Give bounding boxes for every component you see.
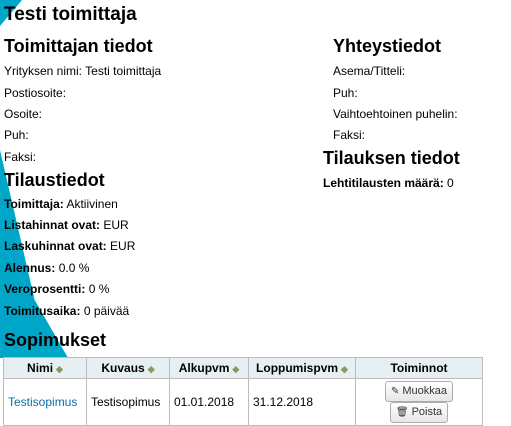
order-info-heading: Tilaustiedot: [4, 170, 105, 190]
sort-icon: ◆: [56, 364, 63, 374]
contact-info-heading: Yhteystiedot: [333, 36, 442, 56]
delivery-time-value: 0 päivää: [83, 304, 130, 318]
vendor-status-value: Aktiivinen: [66, 197, 118, 211]
sort-icon: ◆: [147, 364, 155, 374]
subscription-count-value: 0: [447, 176, 454, 190]
pencil-icon: ✎: [390, 386, 400, 397]
contract-name-link[interactable]: Testisopimus: [8, 395, 77, 409]
contact-phone-label: Puh:: [333, 86, 358, 100]
contract-description: Testisopimus: [86, 378, 170, 426]
vendor-phone-label: Puh:: [4, 128, 29, 142]
vendor-info-heading: Toimittajan tiedot: [4, 36, 153, 56]
contract-start-date: 01.01.2018: [169, 378, 249, 426]
sort-icon: ◆: [341, 364, 348, 374]
order-details-heading: Tilauksen tiedot: [323, 148, 460, 168]
company-name-row: Yrityksen nimi: Testi toimittaja: [4, 64, 161, 78]
invoice-prices-label: Laskuhinnat ovat:: [4, 239, 107, 253]
list-prices-row: Listahinnat ovat: EUR: [4, 218, 129, 232]
vendor-fax-label: Faksi:: [4, 150, 37, 164]
postal-address-label: Postiosoite:: [4, 86, 67, 100]
column-header-end-date[interactable]: Loppumispvm ◆: [248, 357, 356, 379]
contracts-heading: Sopimukset: [4, 330, 107, 350]
vendor-status-row: Toimittaja: Aktiivinen: [4, 197, 118, 211]
column-header-description[interactable]: Kuvaus ◆: [86, 357, 170, 379]
tax-row: Veroprosentti: 0 %: [4, 282, 109, 296]
contract-end-date: 31.12.2018: [248, 378, 356, 426]
contracts-header-row: Nimi ◆ Kuvaus ◆ Alkupvm ◆ Loppumispvm ◆ Toim…: [3, 357, 483, 379]
company-name-label: Yrityksen nimi:: [4, 64, 83, 78]
alt-phone-label: Vaihtoehtoinen puhelin:: [333, 107, 458, 121]
sort-icon: ◆: [232, 364, 240, 374]
tax-value: 0 %: [88, 282, 110, 296]
edit-button[interactable]: ✎ Muokkaa: [384, 381, 454, 402]
discount-value: 0.0 %: [58, 261, 90, 275]
invoice-prices-value: EUR: [110, 239, 136, 253]
list-prices-value: EUR: [103, 218, 129, 232]
column-header-start-date[interactable]: Alkupvm ◆: [169, 357, 249, 379]
contracts-table: Nimi ◆ Kuvaus ◆ Alkupvm ◆ Loppumispvm ◆ Toim…: [3, 357, 483, 426]
delivery-time-row: Toimitusaika: 0 päivää: [4, 304, 129, 318]
address-label: Osoite:: [4, 107, 43, 121]
position-label: Asema/Titteli:: [333, 64, 406, 78]
delete-button[interactable]: 🗑 Poista: [389, 402, 449, 423]
vendor-status-label: Toimittaja:: [4, 197, 64, 211]
discount-row: Alennus: 0.0 %: [4, 261, 89, 275]
contract-actions: ✎ Muokkaa 🗑 Poista: [355, 378, 483, 426]
list-prices-label: Listahinnat ovat:: [4, 218, 101, 232]
discount-label: Alennus:: [4, 261, 56, 275]
column-header-actions: Toiminnot: [355, 357, 483, 379]
company-name-value: Testi toimittaja: [85, 64, 162, 78]
trash-icon: 🗑: [395, 407, 409, 418]
table-row: Testisopimus Testisopimus 01.01.2018 31.…: [3, 378, 483, 426]
tax-label: Veroprosentti:: [4, 282, 86, 296]
subscription-count-row: Lehtitilausten määrä: 0: [323, 176, 454, 190]
subscription-count-label: Lehtitilausten määrä:: [323, 176, 444, 190]
invoice-prices-row: Laskuhinnat ovat: EUR: [4, 239, 135, 253]
delivery-time-label: Toimitusaika:: [4, 304, 81, 318]
column-header-name[interactable]: Nimi ◆: [3, 357, 87, 379]
contact-fax-label: Faksi:: [333, 128, 366, 142]
page-title: Testi toimittaja: [4, 4, 137, 25]
